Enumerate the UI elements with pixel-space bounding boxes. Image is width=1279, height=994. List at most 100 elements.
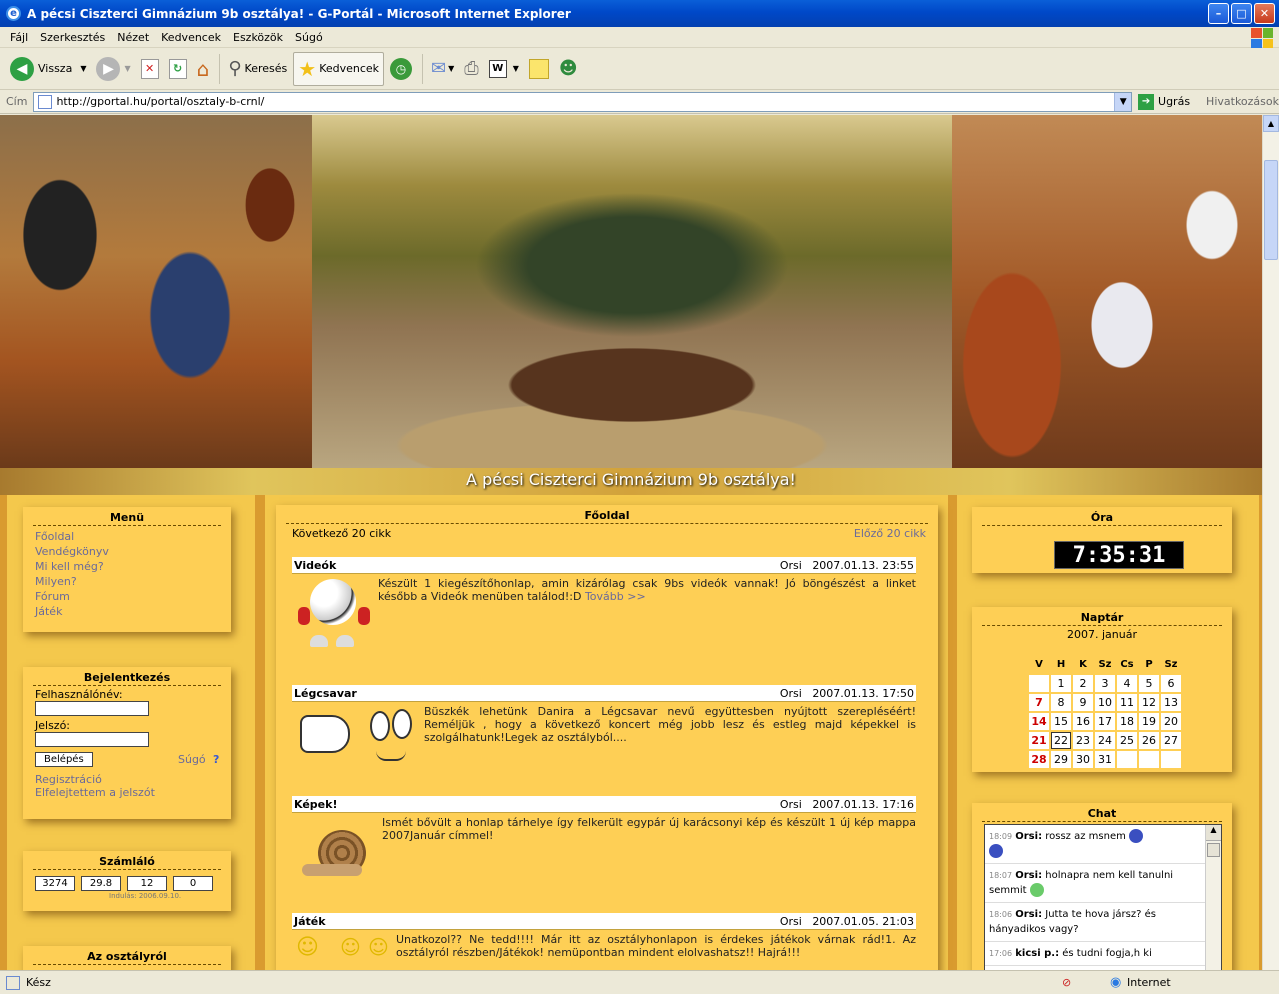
calendar-day[interactable]: 18 [1117, 713, 1137, 730]
calendar-day[interactable]: 7 [1029, 694, 1049, 711]
calendar-day[interactable]: 25 [1117, 732, 1137, 749]
calendar-day[interactable]: 8 [1051, 694, 1071, 711]
links-button[interactable]: Hivatkozások [1206, 95, 1279, 108]
scroll-up-icon[interactable]: ▲ [1263, 115, 1279, 132]
menu-favorites[interactable]: Kedvencek [155, 31, 227, 44]
help-icon[interactable]: ? [213, 753, 219, 766]
calendar-day[interactable]: 11 [1117, 694, 1137, 711]
calendar-day[interactable]: 27 [1161, 732, 1181, 749]
chat-scroll-up-icon[interactable]: ▲ [1206, 825, 1221, 841]
login-button[interactable]: Belépés [35, 752, 93, 767]
prev-articles-link[interactable]: Előző 20 cikk [854, 527, 926, 540]
print-button[interactable]: ⎙ [460, 52, 482, 86]
go-arrow-icon[interactable]: ➔ [1138, 93, 1155, 110]
calendar-day[interactable]: 6 [1161, 675, 1181, 692]
maximize-button[interactable]: □ [1231, 3, 1252, 24]
scroll-thumb[interactable] [1264, 160, 1278, 260]
password-input[interactable] [35, 732, 149, 747]
title-bar: e A pécsi Ciszterci Gimnázium 9b osztály… [0, 0, 1279, 27]
page-scrollbar[interactable]: ▲ [1262, 115, 1279, 970]
menu-item-game[interactable]: Játék [35, 604, 231, 619]
address-input[interactable]: http://gportal.hu/portal/osztaly-b-crnl/… [33, 91, 1133, 112]
history-button[interactable]: ◷ [386, 52, 416, 86]
chat-scrollbar[interactable]: ▲ [1205, 825, 1221, 970]
edit-button[interactable]: W ▼ [485, 52, 523, 86]
home-button[interactable]: ⌂ [193, 52, 214, 86]
minimize-button[interactable]: – [1208, 3, 1229, 24]
menu-item-guestbook[interactable]: Vendégkönyv [35, 544, 231, 559]
register-link[interactable]: Regisztráció [35, 773, 231, 786]
calendar-day[interactable]: 24 [1095, 732, 1115, 749]
popup-blocked-icon[interactable]: ⊘ [1062, 976, 1071, 989]
search-button[interactable]: ⚲ Keresés [224, 52, 291, 86]
next-articles-link[interactable]: Következő 20 cikk [292, 527, 391, 540]
article-title[interactable]: Játék [294, 915, 326, 928]
grin-smiley-icon [1029, 883, 1044, 897]
menu-item-home[interactable]: Főoldal [35, 529, 231, 544]
calendar-day[interactable]: 5 [1139, 675, 1159, 692]
password-label: Jelszó: [35, 719, 71, 732]
menu-view[interactable]: Nézet [111, 31, 155, 44]
calendar-day[interactable]: 29 [1051, 751, 1071, 768]
refresh-button[interactable]: ↻ [165, 52, 191, 86]
article-date: 2007.01.13. 23:55 [812, 558, 914, 572]
calendar-day[interactable]: 21 [1029, 732, 1049, 749]
messenger-button[interactable]: ☻ [555, 52, 582, 86]
back-dropdown-icon[interactable]: ▼ [80, 64, 86, 73]
close-button[interactable]: ✕ [1254, 3, 1275, 24]
article-title[interactable]: Videók [294, 559, 336, 572]
calendar-day[interactable]: 10 [1095, 694, 1115, 711]
forward-dropdown-icon[interactable]: ▼ [124, 64, 130, 73]
calendar-day[interactable]: 16 [1073, 713, 1093, 730]
go-button[interactable]: Ugrás [1158, 95, 1190, 108]
discuss-button[interactable] [525, 52, 553, 86]
forward-button[interactable]: ▶ ▼ [92, 52, 134, 86]
calendar-day[interactable]: 30 [1073, 751, 1093, 768]
calendar-day[interactable]: 12 [1139, 694, 1159, 711]
menu-file[interactable]: Fájl [4, 31, 34, 44]
chat-scroll-thumb[interactable] [1207, 843, 1220, 857]
edit-dropdown-icon[interactable]: ▼ [513, 64, 519, 73]
menu-item-how[interactable]: Milyen? [35, 574, 231, 589]
article-title[interactable]: Légcsavar [294, 687, 357, 700]
sad-smiley-icon [989, 844, 1003, 858]
calendar-day[interactable]: 4 [1117, 675, 1137, 692]
search-label: Keresés [244, 62, 288, 75]
calendar-day[interactable]: 1 [1051, 675, 1071, 692]
calendar-day[interactable]: 20 [1161, 713, 1181, 730]
calendar-day[interactable]: 28 [1029, 751, 1049, 768]
status-text: Kész [26, 976, 51, 989]
about-box: Az osztályról [23, 946, 231, 970]
calendar-day[interactable]: 3 [1095, 675, 1115, 692]
calendar-day[interactable]: 14 [1029, 713, 1049, 730]
stop-button[interactable]: ✕ [137, 52, 163, 86]
favorites-button[interactable]: ★ Kedvencek [293, 51, 385, 86]
calendar-day[interactable]: 23 [1073, 732, 1093, 749]
counter-box: Számláló 3274 29.8 12 0 Indulás: 2006.09… [23, 851, 231, 911]
read-more-link[interactable]: Tovább >> [585, 590, 646, 603]
calendar-day[interactable]: 9 [1073, 694, 1093, 711]
address-dropdown-icon[interactable]: ▼ [1114, 92, 1132, 111]
back-button[interactable]: ◀ Vissza ▼ [6, 52, 90, 86]
menu-item-what-else[interactable]: Mi kell még? [35, 559, 231, 574]
mail-button[interactable]: ✉ ▼ [427, 52, 458, 86]
mail-dropdown-icon[interactable]: ▼ [448, 64, 454, 73]
menu-help[interactable]: Súgó [289, 31, 329, 44]
calendar-day[interactable]: 26 [1139, 732, 1159, 749]
calendar-day[interactable]: 15 [1051, 713, 1071, 730]
menu-tools[interactable]: Eszközök [227, 31, 289, 44]
menu-item-forum[interactable]: Fórum [35, 589, 231, 604]
forgot-password-link[interactable]: Elfelejtettem a jelszót [35, 786, 231, 799]
help-link[interactable]: Súgó [178, 753, 206, 766]
search-icon: ⚲ [228, 58, 242, 79]
menu-edit[interactable]: Szerkesztés [34, 31, 111, 44]
calendar-day[interactable]: 17 [1095, 713, 1115, 730]
article-title[interactable]: Képek! [294, 798, 337, 811]
calendar-day[interactable]: 13 [1161, 694, 1181, 711]
calendar-day[interactable]: 22 [1051, 732, 1071, 749]
calendar-day[interactable]: 31 [1095, 751, 1115, 768]
banner-photo-left [0, 115, 312, 468]
calendar-day[interactable]: 19 [1139, 713, 1159, 730]
calendar-day[interactable]: 2 [1073, 675, 1093, 692]
username-input[interactable] [35, 701, 149, 716]
